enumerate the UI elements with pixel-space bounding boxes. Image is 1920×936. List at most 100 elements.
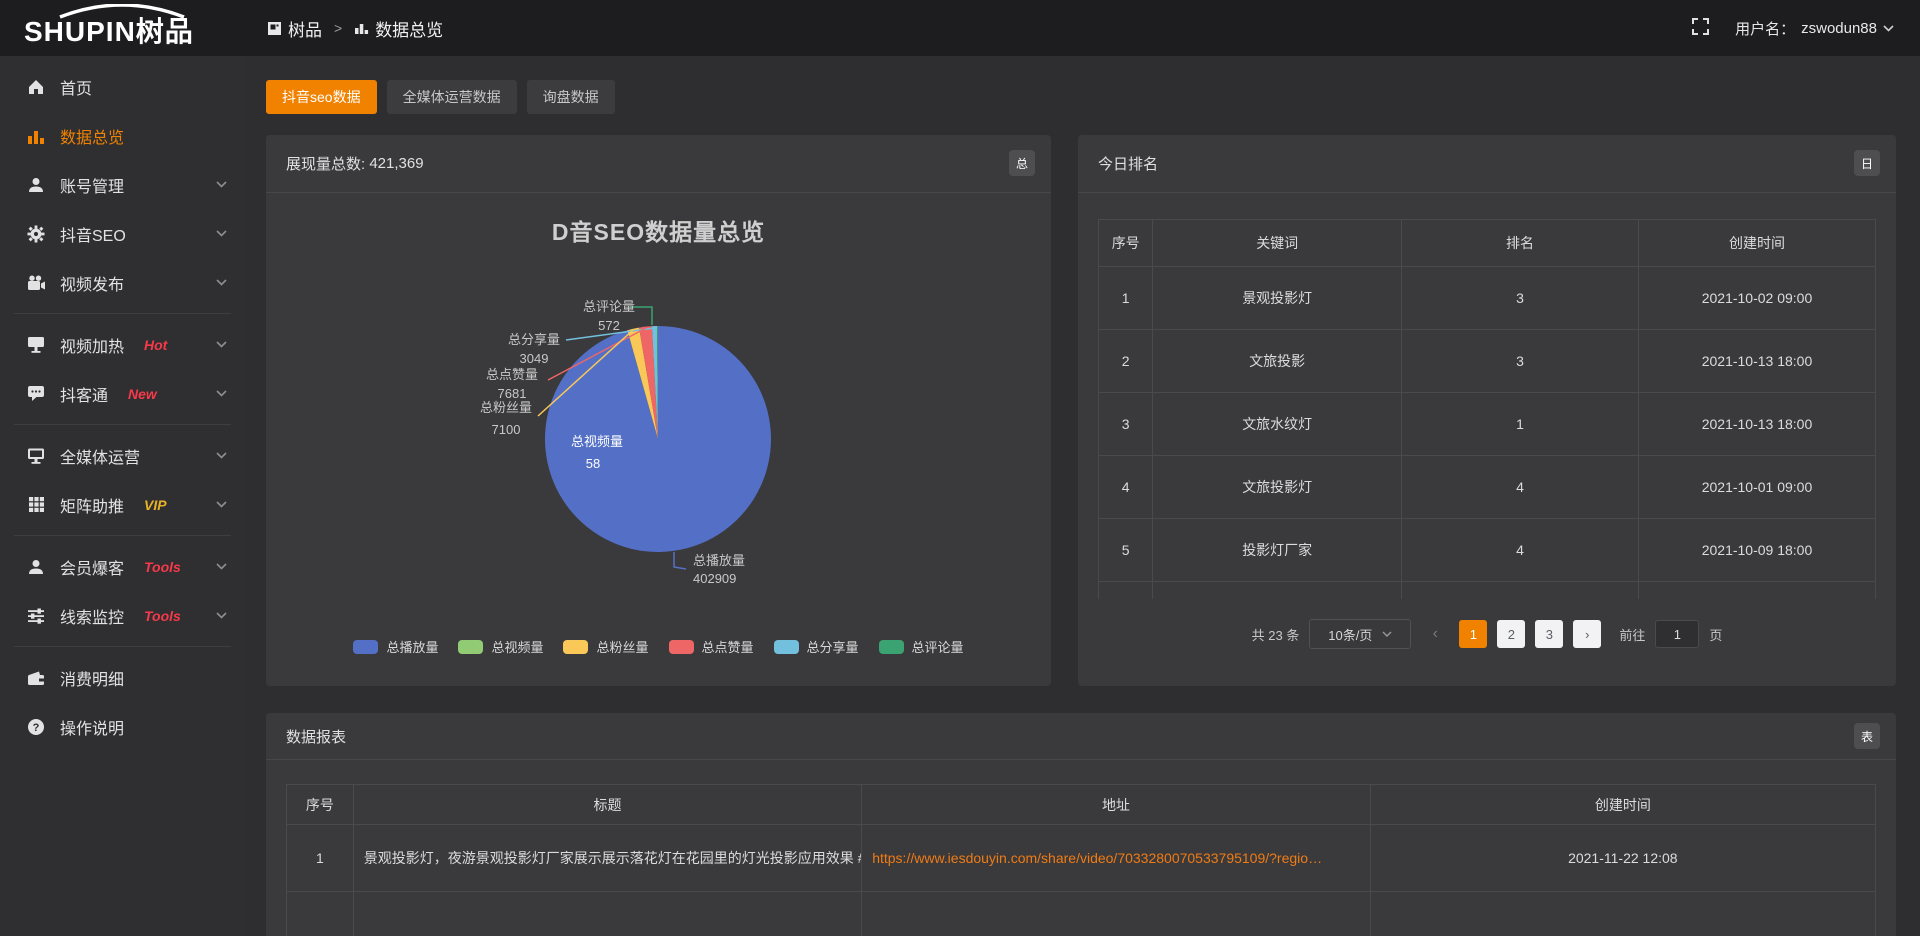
ranking-table: 序号 关键词 排名 创建时间 1景观投影灯 32021-10-02 09:00 [1098,219,1876,599]
table-row: 2文旅投影 32021-10-13 18:00 [1099,330,1876,393]
pie-label-shares-value: 3049 [520,351,549,366]
report-panel-title: 数据报表 [266,713,1896,760]
sidebar-item-video-heat[interactable]: 视频加热 Hot [0,320,245,369]
page-button-3[interactable]: 3 [1535,620,1563,648]
sidebar-item-matrix-boost[interactable]: 矩阵助推 VIP [0,480,245,529]
legend-swatch [774,640,799,654]
ranking-pagination: 共 23 条 10条/页 ‹ 1 2 3 › 前往 页 [1098,619,1876,649]
sidebar-divider [14,424,231,425]
legend-item-shares[interactable]: 总分享量 [774,637,859,656]
table-toggle-button[interactable]: 表 [1854,723,1880,749]
table-row: 1景观投影灯 32021-10-02 09:00 [1099,267,1876,330]
pie-label-videos-value: 58 [586,456,600,471]
user-icon [26,176,46,194]
monitor-icon [26,447,46,464]
chevron-down-icon [216,230,227,237]
tools-badge: Tools [144,608,181,624]
chevron-down-icon [216,563,227,570]
legend-swatch [353,640,378,654]
table-header-row: 序号 关键词 排名 创建时间 [1099,220,1876,267]
fullscreen-icon [1692,18,1709,35]
legend-item-likes[interactable]: 总点赞量 [669,637,754,656]
leader-line-plays [674,552,686,569]
tab-media-ops-data[interactable]: 全媒体运营数据 [387,80,517,114]
sidebar-item-member[interactable]: 会员爆客 Tools [0,542,245,591]
pie-label-shares-name: 总分享量 [508,332,560,347]
legend-swatch [563,640,588,654]
impressions-total-value: 421,369 [369,155,423,172]
tab-douyin-seo-data[interactable]: 抖音seo数据 [266,80,377,114]
home-icon [26,78,46,95]
user-menu[interactable]: 用户名： zswodun88 [1735,18,1894,39]
username: zswodun88 [1801,20,1877,37]
chevron-down-icon [216,612,227,619]
page-size-select[interactable]: 10条/页 [1309,619,1411,649]
page-button-2[interactable]: 2 [1497,620,1525,648]
gear-icon [26,225,46,243]
breadcrumb-current[interactable]: 数据总览 [354,16,443,41]
table-row: 1 景观投影灯，夜游景观投影灯厂家展示展示落花灯在花园里的灯光投影应用效果 # … [287,825,1876,892]
today-ranking-panel: 今日排名 日 序号 关键词 排名 创建时间 [1078,135,1896,686]
report-url-link[interactable]: https://www.iesdouyin.com/share/video/70… [872,850,1322,866]
sidebar-divider [14,313,231,314]
ranking-panel-title: 今日排名 [1078,135,1896,193]
table-header-row: 序号 标题 地址 创建时间 [287,785,1876,825]
breadcrumb-root[interactable]: 树品 [267,16,322,41]
data-tabs: 抖音seo数据 全媒体运营数据 询盘数据 [266,80,1896,114]
tools-badge: Tools [144,559,181,575]
table-row [287,892,1876,936]
legend-item-plays[interactable]: 总播放量 [353,637,438,656]
sidebar-item-consumption[interactable]: 消费明细 [0,653,245,702]
tab-inquiry-data[interactable]: 询盘数据 [527,80,615,114]
sidebar-item-video-publish[interactable]: 视频发布 [0,258,245,307]
chevron-down-icon [1883,25,1894,32]
new-badge: New [128,386,157,402]
legend-item-videos[interactable]: 总视频量 [458,637,543,656]
sidebar: 首页 数据总览 账号管理 抖音SEO [0,56,245,936]
pie-label-likes-value: 7681 [498,386,527,401]
vip-badge: VIP [144,497,167,513]
next-page-button[interactable]: › [1573,620,1601,648]
goto-suffix: 页 [1709,625,1722,644]
sidebar-item-account[interactable]: 账号管理 [0,160,245,209]
chevron-down-icon [1382,631,1392,637]
goto-page-input[interactable] [1655,620,1699,648]
report-table: 序号 标题 地址 创建时间 1 景观投影灯，夜游景观投影灯厂家展示展示落花灯在花… [286,784,1876,936]
sidebar-item-doukertong[interactable]: 抖客通 New [0,369,245,418]
app-logo[interactable]: SHUPIN树品 [0,4,245,53]
pie-label-likes-name: 总点赞量 [486,367,538,382]
pie-label-fans-value: 7100 [492,422,521,437]
chevron-down-icon [216,452,227,459]
sliders-icon [26,608,46,624]
chevron-down-icon [216,279,227,286]
chevron-down-icon [216,341,227,348]
sidebar-item-douyin-seo[interactable]: 抖音SEO [0,209,245,258]
hot-badge: Hot [144,337,167,353]
legend-item-comments[interactable]: 总评论量 [879,637,964,656]
sidebar-item-home[interactable]: 首页 [0,62,245,111]
sidebar-divider [14,535,231,536]
legend-item-fans[interactable]: 总粉丝量 [563,637,648,656]
day-toggle-button[interactable]: 日 [1854,150,1880,176]
pie-legend: 总播放量 总视频量 总粉丝量 总点赞量 总分享量 总评论量 [266,637,1051,656]
fullscreen-button[interactable] [1692,18,1709,39]
pie-label-comments-value: 572 [598,318,620,333]
prev-page-button[interactable]: ‹ [1421,620,1449,648]
chat-icon [26,385,46,402]
data-report-panel: 数据报表 表 序号 标题 地址 创建时间 1 [266,713,1896,936]
pie-label-fans-name: 总粉丝量 [480,400,532,415]
sidebar-item-instructions[interactable]: ? 操作说明 [0,702,245,751]
page-button-1[interactable]: 1 [1459,620,1487,648]
legend-swatch [879,640,904,654]
sidebar-item-leads[interactable]: 线索监控 Tools [0,591,245,640]
sidebar-item-data-overview[interactable]: 数据总览 [0,111,245,160]
app-square-icon [267,21,282,36]
table-row [1099,582,1876,600]
wallet-icon [26,670,46,686]
sidebar-item-media-ops[interactable]: 全媒体运营 [0,431,245,480]
legend-swatch [669,640,694,654]
seo-chart-panel: 展现量总数: 421,369 总 D音SEO数据量总览 总评论量 572 总分享… [266,135,1051,686]
total-toggle-button[interactable]: 总 [1009,150,1035,176]
pie-label-comments-name: 总评论量 [583,299,635,314]
pagination-total: 共 23 条 [1252,625,1300,644]
